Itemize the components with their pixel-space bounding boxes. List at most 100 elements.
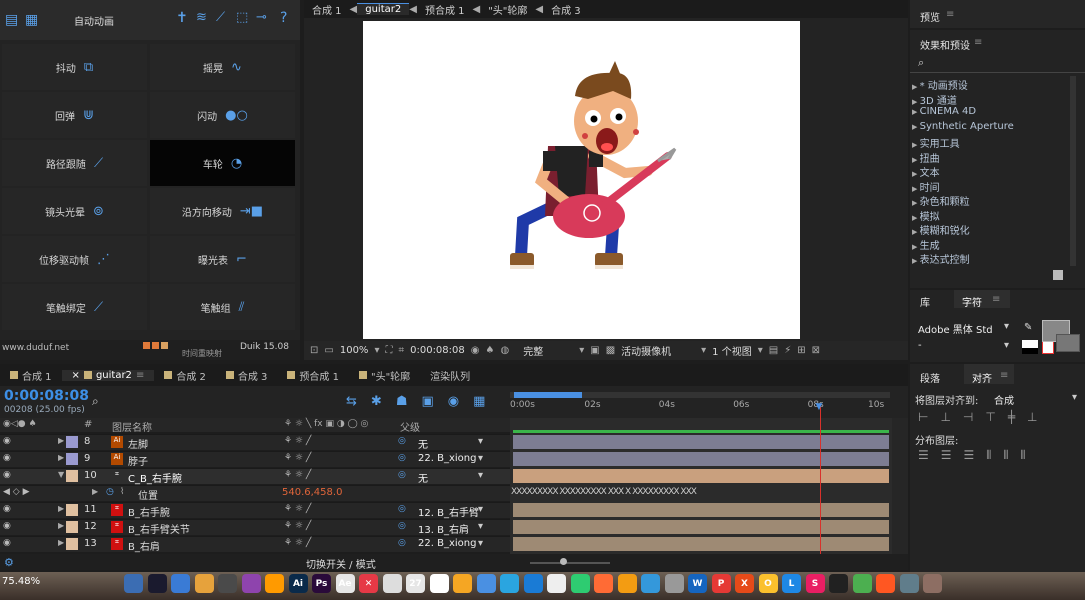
effect-category[interactable]: ▶ 实用工具: [912, 135, 960, 150]
font-family-select[interactable]: Adobe 黑体 Std: [918, 321, 993, 336]
layer-switch-icons[interactable]: ⚘ ☼ ╱: [284, 436, 311, 446]
chevron-down-icon[interactable]: ▾: [478, 538, 483, 549]
help-icon[interactable]: ?: [280, 10, 287, 26]
views-select[interactable]: 1 个视图: [712, 343, 752, 358]
zoom-select[interactable]: 100%: [340, 345, 369, 356]
camera-icon[interactable]: ⬚: [236, 10, 248, 25]
disclosure-triangle-icon[interactable]: ▶: [58, 453, 64, 462]
layer-name[interactable]: B_右肩: [128, 538, 160, 553]
parent-select[interactable]: 22. B_xiong: [418, 453, 476, 464]
visibility-eye-icon[interactable]: ◉: [3, 538, 11, 548]
visibility-eye-icon[interactable]: ◉: [3, 521, 11, 531]
disclosure-triangle-icon[interactable]: ▼: [58, 470, 64, 479]
panel-menu-icon[interactable]: ≡: [136, 370, 144, 381]
align-right-icon[interactable]: ⊣: [963, 410, 973, 424]
zoom-slider-handle[interactable]: [560, 558, 567, 565]
layer-duration-bar[interactable]: [513, 537, 889, 551]
dock-app-icon[interactable]: 27: [406, 574, 425, 593]
dock-app-icon[interactable]: [899, 574, 919, 593]
duik-button-path-follow[interactable]: 路径跟随 ⟋: [2, 140, 147, 186]
effects-panel-title[interactable]: 效果和预设: [920, 37, 970, 52]
tab-character[interactable]: 字符: [962, 294, 982, 309]
disclosure-triangle-icon[interactable]: ▶: [912, 185, 920, 193]
layer-duration-bar[interactable]: [513, 435, 889, 449]
dock-app-icon[interactable]: [876, 574, 895, 593]
pickwhip-icon[interactable]: ◎: [398, 521, 406, 531]
dock-app-icon[interactable]: Ae: [335, 574, 355, 593]
effect-category[interactable]: ▶ * 动画预设: [912, 77, 968, 92]
layer-row[interactable]: ◉ ▶ 8 Ai 左脚 ⚘ ☼ ╱ ◎ 无 ▾: [0, 434, 510, 451]
snapshot-icon[interactable]: ◉: [471, 345, 480, 356]
safe-zones-icon[interactable]: ⌗: [398, 345, 404, 356]
dock-app-icon[interactable]: P: [711, 574, 731, 593]
viewer-timecode[interactable]: 0:00:08:08: [410, 345, 465, 356]
duik-button-wheel[interactable]: 车轮 ◔: [150, 140, 295, 186]
effect-category[interactable]: ▶ 扭曲: [912, 150, 940, 165]
disclosure-triangle-icon[interactable]: ▶: [912, 228, 920, 236]
pixel-aspect-icon[interactable]: ▤: [769, 345, 778, 356]
effect-category[interactable]: ▶ Synthetic Aperture: [912, 121, 1014, 132]
dock-app-icon[interactable]: Ai: [288, 574, 308, 593]
dock-app-icon[interactable]: S: [805, 574, 825, 593]
layer-switch-icons[interactable]: ⚘ ☼ ╱: [284, 521, 311, 531]
stroke-color-swatch[interactable]: [1056, 334, 1080, 352]
automation-icon[interactable]: ≋: [196, 10, 207, 25]
composition-canvas[interactable]: [363, 21, 800, 339]
work-area-range[interactable]: [514, 392, 582, 398]
dock-app-icon[interactable]: ✕: [359, 574, 378, 593]
align-left-icon[interactable]: ⊢: [918, 410, 928, 424]
tools-icon[interactable]: ⊸: [256, 10, 267, 25]
timeline-tab[interactable]: 合成 3: [216, 368, 278, 383]
playhead[interactable]: [819, 404, 821, 554]
transparency-grid-icon[interactable]: ▩: [606, 345, 615, 356]
duik-button-lens-flare[interactable]: 镜头光晕 ⊚: [2, 188, 147, 234]
layer-name[interactable]: 左脚: [128, 436, 148, 451]
col-layer-name[interactable]: 图层名称: [112, 419, 152, 434]
dock-app-icon[interactable]: [429, 574, 449, 593]
dock-app-icon[interactable]: L: [782, 574, 801, 593]
layer-row[interactable]: ◉ ▶ 12 ⌗ B_右手臂关节 ⚘ ☼ ╱ ◎ 13. B_右肩 ▾: [0, 519, 510, 536]
dock-app-icon[interactable]: Ps: [312, 574, 331, 593]
toggle-switches-modes[interactable]: 切换开关 / 模式: [306, 556, 376, 571]
chevron-down-icon[interactable]: ▾: [478, 504, 483, 515]
panel-menu-icon[interactable]: ≡: [1000, 370, 1008, 381]
show-snapshot-icon[interactable]: ♠: [486, 345, 495, 356]
disclosure-triangle-icon[interactable]: ▶: [912, 83, 920, 91]
dock-app-icon[interactable]: [547, 574, 566, 593]
effect-category[interactable]: ▶ 模拟: [912, 208, 940, 223]
distribute-vcenter-icon[interactable]: ☰: [941, 448, 952, 462]
dock-app-icon[interactable]: [194, 574, 214, 593]
duik-button-exposure[interactable]: 曝光表 ⌐: [150, 236, 295, 282]
dock-app-icon[interactable]: [829, 574, 848, 593]
search-icon[interactable]: ⌕: [918, 56, 924, 70]
dock-app-icon[interactable]: X: [735, 574, 754, 593]
draft-3d-icon[interactable]: ✱: [371, 394, 382, 409]
disclosure-triangle-icon[interactable]: ▶: [58, 436, 64, 445]
parent-select[interactable]: 无: [418, 470, 428, 485]
layer-switch-icons[interactable]: ⚘ ☼ ╱: [284, 470, 311, 480]
layer-name[interactable]: 脖子: [128, 453, 148, 468]
rigging-icon[interactable]: ✝: [176, 10, 188, 26]
layer-duration-bar[interactable]: [513, 452, 889, 466]
layer-duration-bar[interactable]: [513, 469, 889, 483]
comp-tab-head-outline[interactable]: "头"轮廓: [480, 2, 535, 17]
dock-app-icon[interactable]: O: [758, 574, 778, 593]
duik-button-wiggle[interactable]: 抖动 ⧉: [2, 44, 147, 90]
stopwatch-icon[interactable]: ◷: [106, 487, 114, 497]
layer-label-color[interactable]: [66, 436, 78, 448]
chevron-down-icon[interactable]: ▾: [478, 521, 483, 532]
distribute-left-icon[interactable]: ⫴: [986, 448, 991, 462]
disclosure-triangle-icon[interactable]: ▶: [58, 504, 64, 513]
layer-label-color[interactable]: [66, 504, 78, 516]
timeline-tab[interactable]: "头"轮廓: [349, 368, 420, 383]
motion-blur-icon[interactable]: ◉: [448, 394, 459, 409]
duik-button-bounce[interactable]: 回弹 ⋓: [2, 92, 147, 138]
new-folder-icon[interactable]: [1053, 270, 1063, 280]
keyframe-markers[interactable]: XXXXXXXXX XXXXXXXXX XXX X XXXXXXXXX XXX: [511, 487, 871, 499]
duik-website-link[interactable]: www.duduf.net: [2, 343, 69, 353]
dock-app-icon[interactable]: [852, 574, 872, 593]
layer-duration-bar[interactable]: [513, 503, 889, 517]
distribute-bottom-icon[interactable]: ☰: [964, 448, 975, 462]
disclosure-triangle-icon[interactable]: ▶: [912, 170, 920, 178]
fit-icon[interactable]: ⛶: [385, 345, 392, 356]
